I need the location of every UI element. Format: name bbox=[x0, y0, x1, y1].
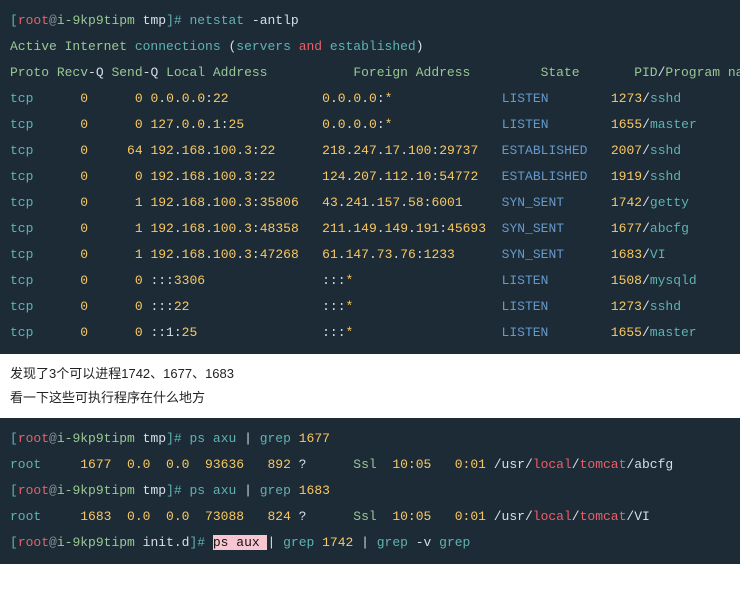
col-recv: Recv bbox=[57, 65, 88, 80]
table-row: tcp 0 0 ::1:25 :::* LISTEN 1655/master bbox=[10, 320, 730, 346]
prompt-line: [root@i-9kp9tipm init.d]# ps aux | grep … bbox=[10, 530, 730, 556]
col-foreign: Foreign Address bbox=[353, 65, 470, 80]
h1: Active Internet bbox=[10, 39, 135, 54]
cmd-flags: -antlp bbox=[252, 13, 299, 28]
h6: established bbox=[330, 39, 416, 54]
col-dashq: -Q bbox=[88, 65, 111, 80]
table-row: tcp 0 0 :::22 :::* LISTEN 1273/sshd bbox=[10, 294, 730, 320]
ps-row: root 1677 0.0 0.0 93636 892 ? Ssl 10:05 … bbox=[10, 452, 730, 478]
bracket-open: [ bbox=[10, 13, 18, 28]
at: @ bbox=[49, 13, 57, 28]
user: root bbox=[18, 13, 49, 28]
table-row: tcp 0 0 127.0.0.1:25 0.0.0.0:* LISTEN 16… bbox=[10, 112, 730, 138]
table-row: tcp 0 0 :::3306 :::* LISTEN 1508/mysqld bbox=[10, 268, 730, 294]
note-text: 发现了3个可以进程1742、1677、1683 看一下这些可执行程序在什么地方 bbox=[0, 354, 740, 418]
col-prog: Program name bbox=[665, 65, 740, 80]
ps-row: root 1683 0.0 0.0 73088 824 ? Ssl 10:05 … bbox=[10, 504, 730, 530]
cmd-name: netstat bbox=[189, 13, 251, 28]
prompt-line: [root@i-9kp9tipm tmp]# netstat -antlp bbox=[10, 8, 730, 34]
h4: servers bbox=[236, 39, 298, 54]
table-row: tcp 0 1 192.168.100.3:48358 211.149.149.… bbox=[10, 216, 730, 242]
table-row: tcp 0 0 192.168.100.3:22 124.207.112.10:… bbox=[10, 164, 730, 190]
prompt-line: [root@i-9kp9tipm tmp]# ps axu | grep 167… bbox=[10, 426, 730, 452]
col-send: Send bbox=[111, 65, 142, 80]
table-row: tcp 0 1 192.168.100.3:47268 61.147.73.76… bbox=[10, 242, 730, 268]
col-local: Local Address bbox=[166, 65, 267, 80]
note-line-1: 发现了3个可以进程1742、1677、1683 bbox=[10, 362, 730, 386]
terminal-block-2: [root@i-9kp9tipm tmp]# ps axu | grep 167… bbox=[0, 418, 740, 564]
col-proto: Proto bbox=[10, 65, 57, 80]
col-pid: PID bbox=[634, 65, 657, 80]
columns-line: Proto Recv-Q Send-Q Local Address Foreig… bbox=[10, 60, 730, 86]
prompt-line: [root@i-9kp9tipm tmp]# ps axu | grep 168… bbox=[10, 478, 730, 504]
dir: tmp bbox=[135, 13, 166, 28]
table-row: tcp 0 1 192.168.100.3:35806 43.241.157.5… bbox=[10, 190, 730, 216]
table-row: tcp 0 0 0.0.0.0:22 0.0.0.0:* LISTEN 1273… bbox=[10, 86, 730, 112]
header-line: Active Internet connections (servers and… bbox=[10, 34, 730, 60]
h7: ) bbox=[416, 39, 424, 54]
h5: and bbox=[299, 39, 330, 54]
netstat-rows: tcp 0 0 0.0.0.0:22 0.0.0.0:* LISTEN 1273… bbox=[10, 86, 730, 346]
h2: connections bbox=[135, 39, 229, 54]
ps-output: [root@i-9kp9tipm tmp]# ps axu | grep 167… bbox=[10, 426, 730, 556]
host: i-9kp9tipm bbox=[57, 13, 135, 28]
col-state: State bbox=[541, 65, 580, 80]
table-row: tcp 0 64 192.168.100.3:22 218.247.17.100… bbox=[10, 138, 730, 164]
note-line-2: 看一下这些可执行程序在什么地方 bbox=[10, 386, 730, 410]
bracket-close: ]# bbox=[166, 13, 189, 28]
terminal-block-1: [root@i-9kp9tipm tmp]# netstat -antlp Ac… bbox=[0, 0, 740, 354]
col-dashq2: -Q bbox=[143, 65, 166, 80]
